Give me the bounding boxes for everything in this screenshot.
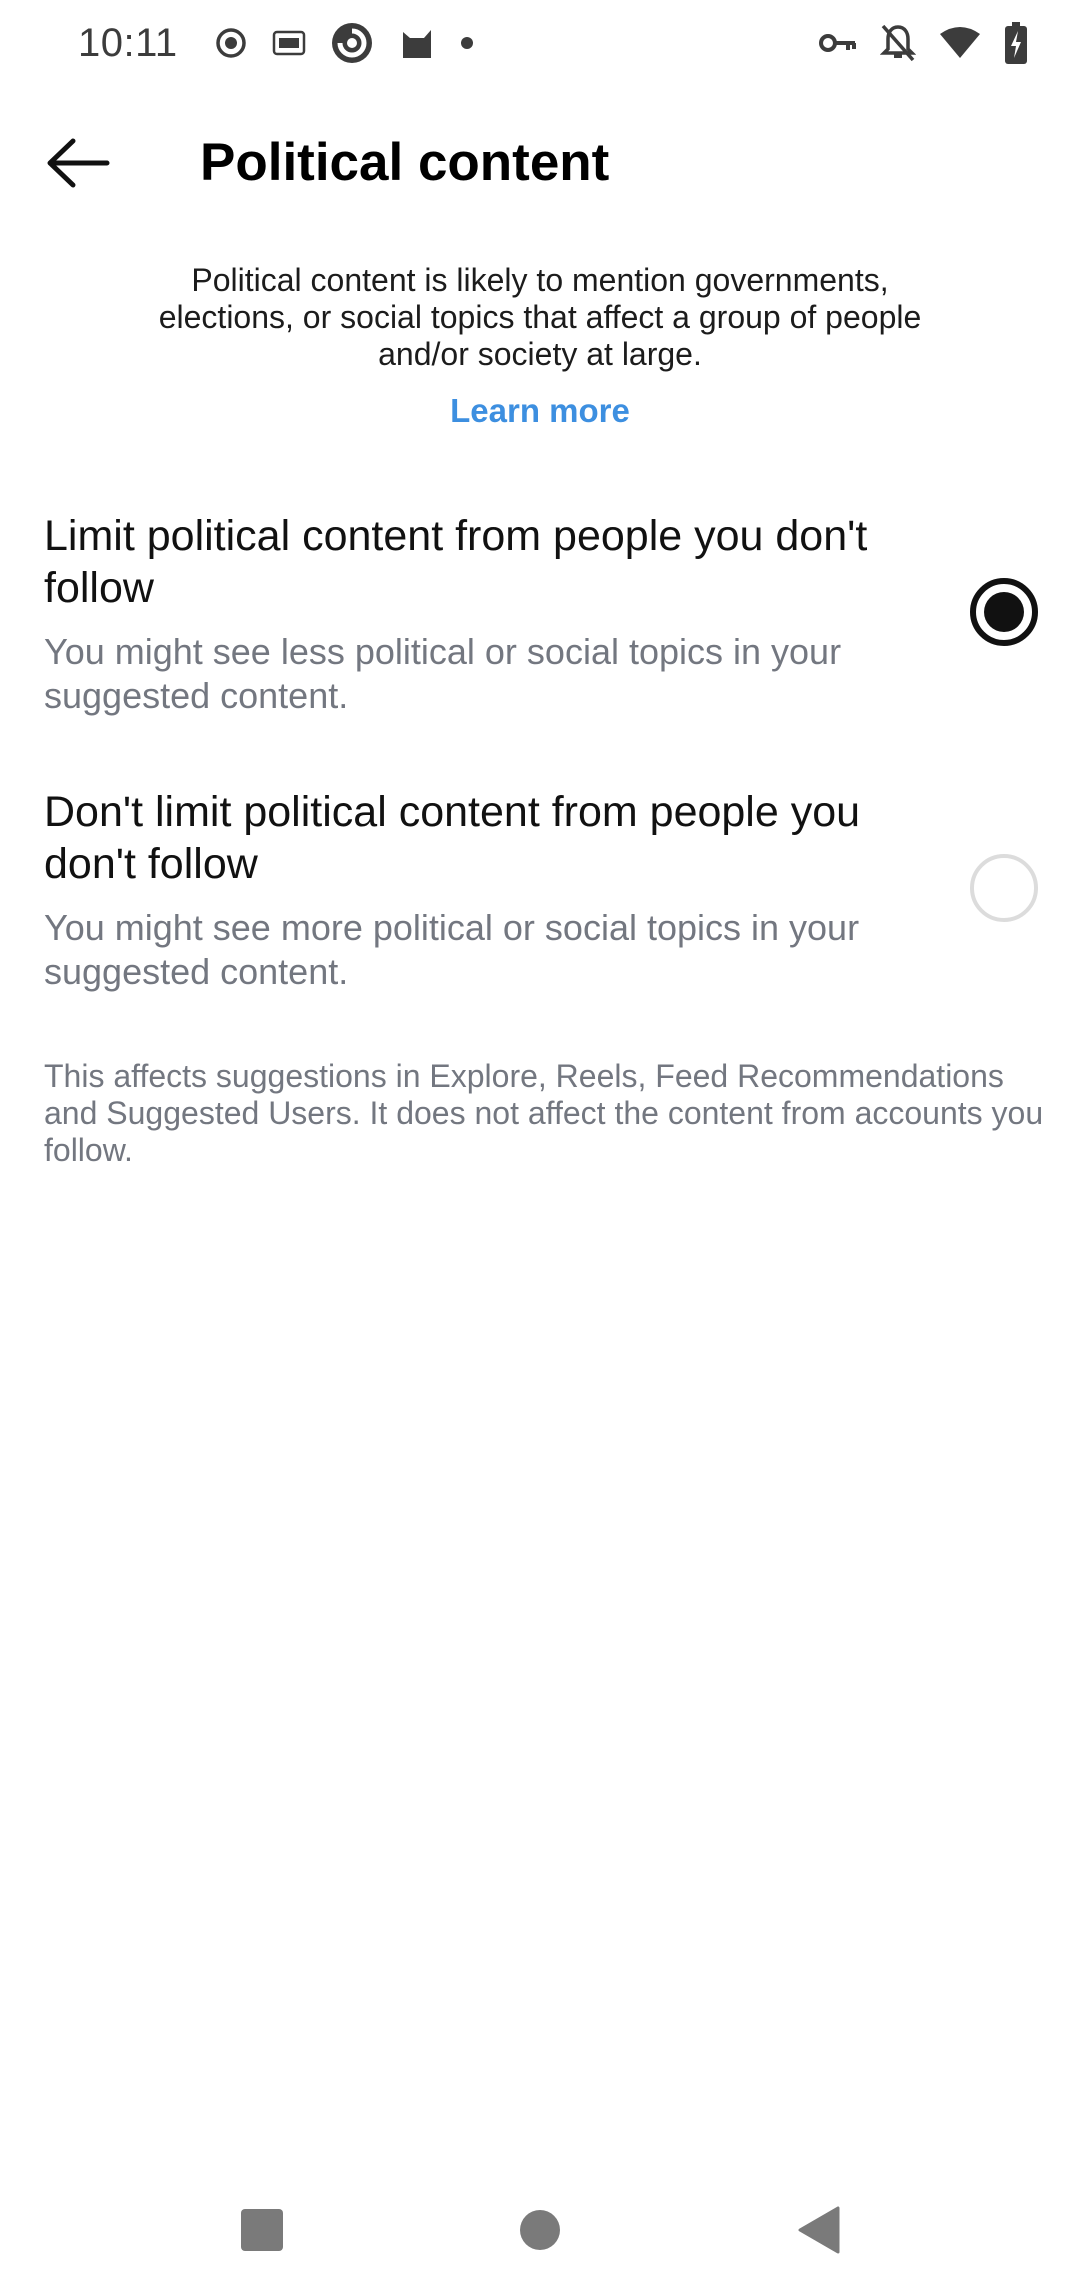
status-bar: 10:11 xyxy=(0,0,1080,86)
home-circle-icon xyxy=(520,2210,560,2250)
arrow-left-icon xyxy=(47,138,110,188)
system-nav-bar xyxy=(0,2160,1080,2280)
status-time: 10:11 xyxy=(78,20,178,65)
notifications-off-icon xyxy=(880,23,916,63)
cat-app-icon xyxy=(398,24,436,62)
iqiyi-icon xyxy=(272,28,306,58)
radio-unselected[interactable] xyxy=(970,854,1038,922)
browser-icon xyxy=(330,21,374,65)
vpn-key-icon xyxy=(818,31,858,55)
wifi-icon xyxy=(938,26,982,60)
app-bar: Political content xyxy=(0,110,1080,216)
back-button[interactable] xyxy=(30,130,126,196)
status-bar-right xyxy=(796,22,1028,64)
option-description: You might see more political or social t… xyxy=(44,907,860,992)
option-dont-limit[interactable]: Don't limit political content from peopl… xyxy=(0,776,1080,1016)
intro-text: Political content is likely to mention g… xyxy=(158,262,922,372)
home-button[interactable] xyxy=(500,2190,580,2270)
screen: 10:11 Political content Political conten… xyxy=(0,0,1080,2280)
option-limit[interactable]: Limit political content from people you … xyxy=(0,500,1080,740)
status-bar-left: 10:11 xyxy=(78,21,498,66)
recents-square-icon xyxy=(241,2209,283,2251)
page-title: Political content xyxy=(200,133,610,192)
recents-button[interactable] xyxy=(222,2190,302,2270)
radio-selected[interactable] xyxy=(970,578,1038,646)
battery-charging-icon xyxy=(1004,22,1028,64)
option-title: Limit political content from people you … xyxy=(44,512,868,612)
learn-more-link[interactable]: Learn more xyxy=(0,392,1080,430)
option-description: You might see less political or social t… xyxy=(44,631,842,716)
record-icon xyxy=(214,26,248,60)
dot-icon xyxy=(460,36,474,50)
option-title: Don't limit political content from peopl… xyxy=(44,788,861,888)
back-triangle-icon xyxy=(798,2206,840,2254)
nav-back-button[interactable] xyxy=(778,2190,858,2270)
footnote-text: This affects suggestions in Explore, Ree… xyxy=(44,1058,1044,1168)
